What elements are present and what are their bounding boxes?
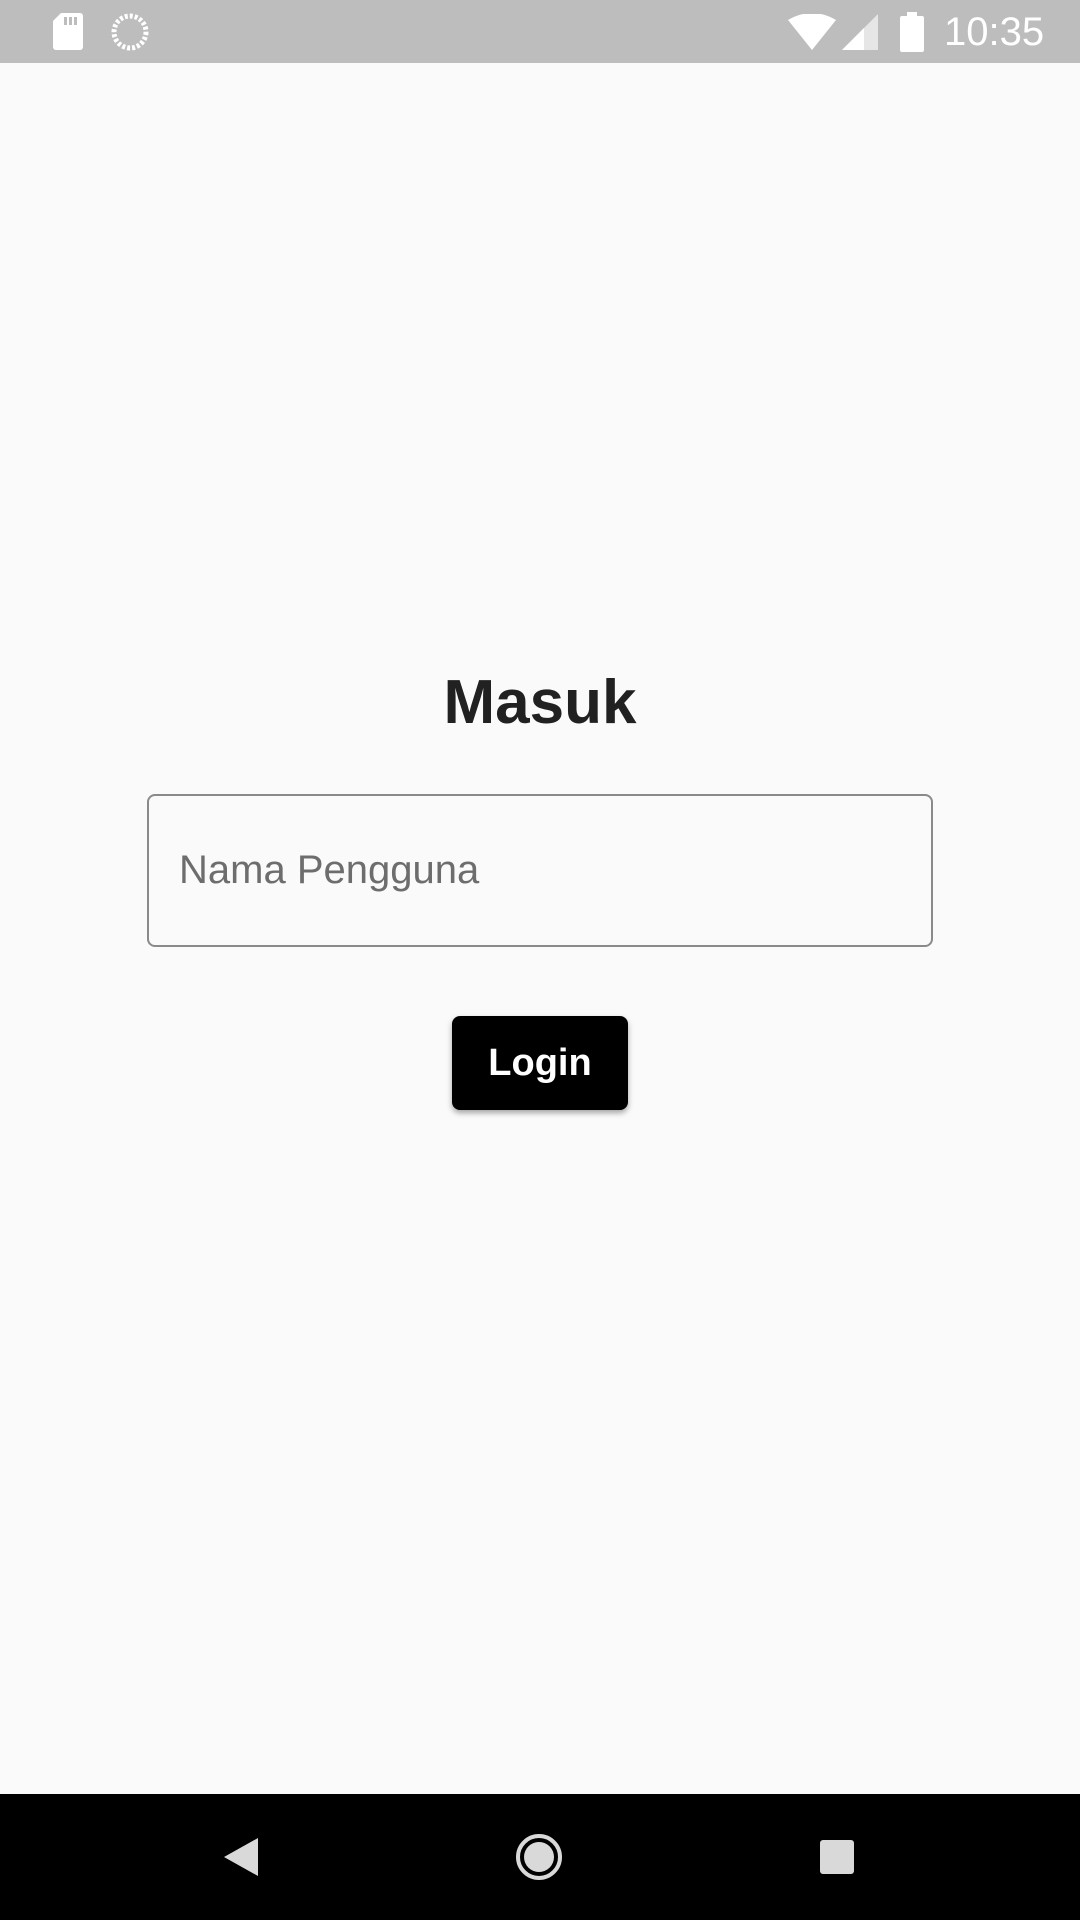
status-clock: 10:35: [944, 10, 1045, 54]
wifi-icon: [788, 14, 836, 50]
sync-icon: [111, 13, 149, 51]
status-bar: 10:35: [0, 0, 1080, 63]
login-screen: Masuk Login: [0, 63, 1080, 1794]
username-field[interactable]: [147, 794, 933, 947]
page-title: Masuk: [443, 668, 637, 737]
back-icon: [224, 1838, 258, 1876]
home-button[interactable]: [504, 1822, 574, 1892]
recents-button[interactable]: [802, 1822, 872, 1892]
sd-card-icon: [53, 13, 83, 50]
login-button[interactable]: Login: [452, 1016, 628, 1110]
navigation-bar: [0, 1794, 1080, 1920]
home-icon: [516, 1834, 562, 1880]
battery-icon: [900, 12, 924, 52]
back-button[interactable]: [206, 1822, 276, 1892]
username-input[interactable]: [179, 796, 899, 945]
cell-signal-icon: [842, 14, 878, 50]
recents-icon: [820, 1840, 854, 1874]
